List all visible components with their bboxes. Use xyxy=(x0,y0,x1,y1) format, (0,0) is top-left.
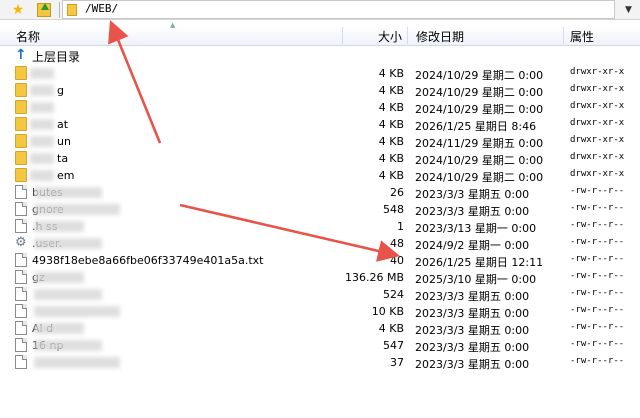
annotation-arrow xyxy=(179,203,400,262)
annotation-arrow xyxy=(108,20,162,144)
annotation-arrows xyxy=(108,20,400,262)
